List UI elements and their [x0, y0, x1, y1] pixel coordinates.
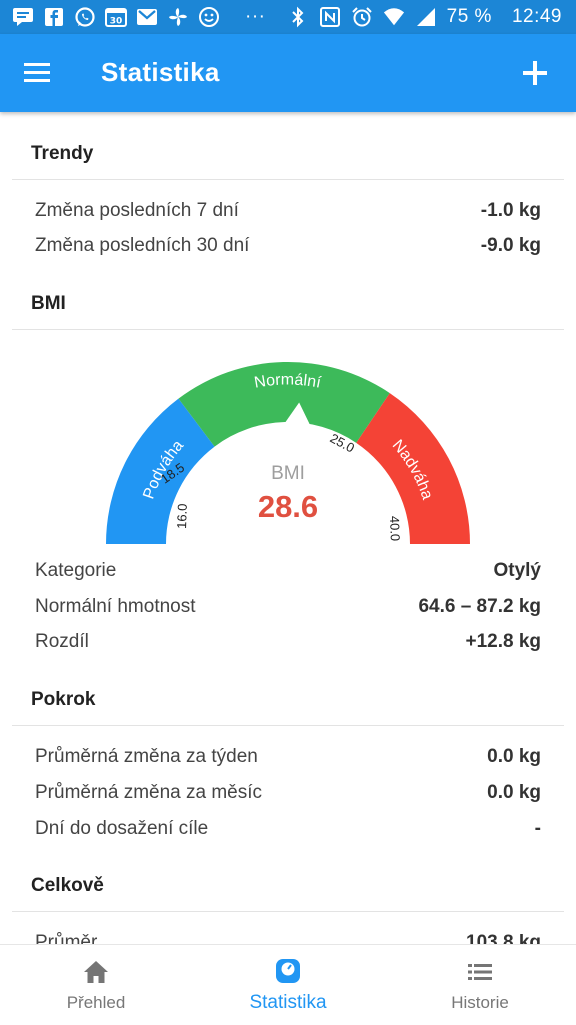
- section-heading-bmi: BMI: [31, 293, 66, 314]
- plus-icon: [523, 61, 547, 85]
- alarm-icon: [351, 7, 373, 27]
- row-label: Dní do dosažení cíle: [35, 818, 209, 839]
- app-bar: Statistika: [0, 34, 576, 112]
- row-value: 64.6 – 87.2 kg: [418, 596, 541, 617]
- divider: [12, 179, 564, 180]
- row-value: +12.8 kg: [465, 631, 541, 652]
- list-item: Dní do dosažení cíle -: [35, 818, 541, 840]
- home-icon: [84, 961, 108, 983]
- bluetooth-icon: [287, 6, 309, 28]
- nav-item-history[interactable]: Historie: [384, 945, 576, 1025]
- bmi-gauge: Podváha Normální Nadváha 16.0 18.5 25.0 …: [100, 344, 476, 544]
- list-item: Rozdíl +12.8 kg: [35, 631, 541, 653]
- signal-icon: [415, 7, 437, 27]
- row-value: Otylý: [493, 560, 541, 581]
- gauge-tick-40: 40.0: [387, 516, 403, 542]
- message-icon: [12, 7, 34, 27]
- divider: [12, 911, 564, 912]
- gauge-tick-16: 16.0: [174, 503, 190, 529]
- nav-label: Přehled: [66, 993, 126, 1012]
- more-indicator: ···: [245, 6, 266, 27]
- nav-item-overview[interactable]: Přehled: [0, 945, 192, 1025]
- list-item: Průměrná změna za týden 0.0 kg: [35, 746, 541, 768]
- list-icon: [468, 964, 492, 980]
- gauge-center-label: BMI: [271, 463, 305, 484]
- menu-icon: [24, 63, 50, 82]
- row-label: Normální hmotnost: [35, 596, 196, 617]
- bmi-value: 28.6: [258, 489, 318, 524]
- section-heading-progress: Pokrok: [31, 689, 96, 710]
- section-heading-overall: Celkově: [31, 875, 104, 896]
- row-value: 0.0 kg: [487, 746, 541, 767]
- row-label: Kategorie: [35, 560, 117, 581]
- menu-button[interactable]: [22, 58, 56, 88]
- row-label: Průměrná změna za týden: [35, 746, 258, 767]
- section-heading-trends: Trendy: [31, 143, 94, 164]
- nfc-icon: [319, 7, 341, 27]
- row-label: Rozdíl: [35, 631, 89, 652]
- row-label: Průměr: [35, 932, 98, 944]
- nav-item-statistics[interactable]: Statistika: [192, 945, 384, 1025]
- status-bar: 30 ··· 75 % 12:49: [0, 0, 576, 34]
- fan-icon: [167, 7, 189, 27]
- list-item: Změna posledních 30 dní -9.0 kg: [35, 235, 541, 257]
- add-button[interactable]: [518, 56, 552, 90]
- divider: [12, 329, 564, 330]
- calendar-icon: 30: [105, 7, 127, 27]
- mail-icon: [136, 7, 158, 27]
- page-title: Statistika: [101, 57, 220, 87]
- clock: 12:49: [511, 6, 562, 27]
- scale-icon: [276, 959, 300, 983]
- divider: [12, 725, 564, 726]
- row-label: Průměrná změna za měsíc: [35, 782, 263, 803]
- nav-label: Historie: [451, 993, 509, 1012]
- svg-text:30: 30: [110, 17, 123, 27]
- list-item: Normální hmotnost 64.6 – 87.2 kg: [35, 596, 541, 618]
- wifi-icon: [383, 7, 405, 27]
- list-item: Změna posledních 7 dní -1.0 kg: [35, 200, 541, 222]
- row-label: Změna posledních 7 dní: [35, 200, 239, 221]
- statistics-content[interactable]: Trendy Změna posledních 7 dní -1.0 kg Zm…: [0, 112, 576, 944]
- bottom-navigation: Přehled Statistika Historie: [0, 944, 576, 1025]
- row-value: 103.8 kg: [466, 932, 541, 944]
- row-value: 0.0 kg: [487, 782, 541, 803]
- list-item: Kategorie Otylý: [35, 560, 541, 582]
- list-item: Průměrná změna za měsíc 0.0 kg: [35, 782, 541, 804]
- whatsapp-icon: [74, 7, 96, 27]
- row-value: -9.0 kg: [480, 235, 541, 256]
- face-icon: [198, 7, 220, 27]
- row-value: -: [534, 818, 541, 839]
- battery-level: 75 %: [446, 6, 492, 27]
- list-item: Průměr 103.8 kg: [35, 932, 541, 944]
- row-label: Změna posledních 30 dní: [35, 235, 250, 256]
- row-value: -1.0 kg: [480, 200, 541, 221]
- nav-label: Statistika: [249, 992, 327, 1013]
- facebook-icon: [43, 7, 65, 27]
